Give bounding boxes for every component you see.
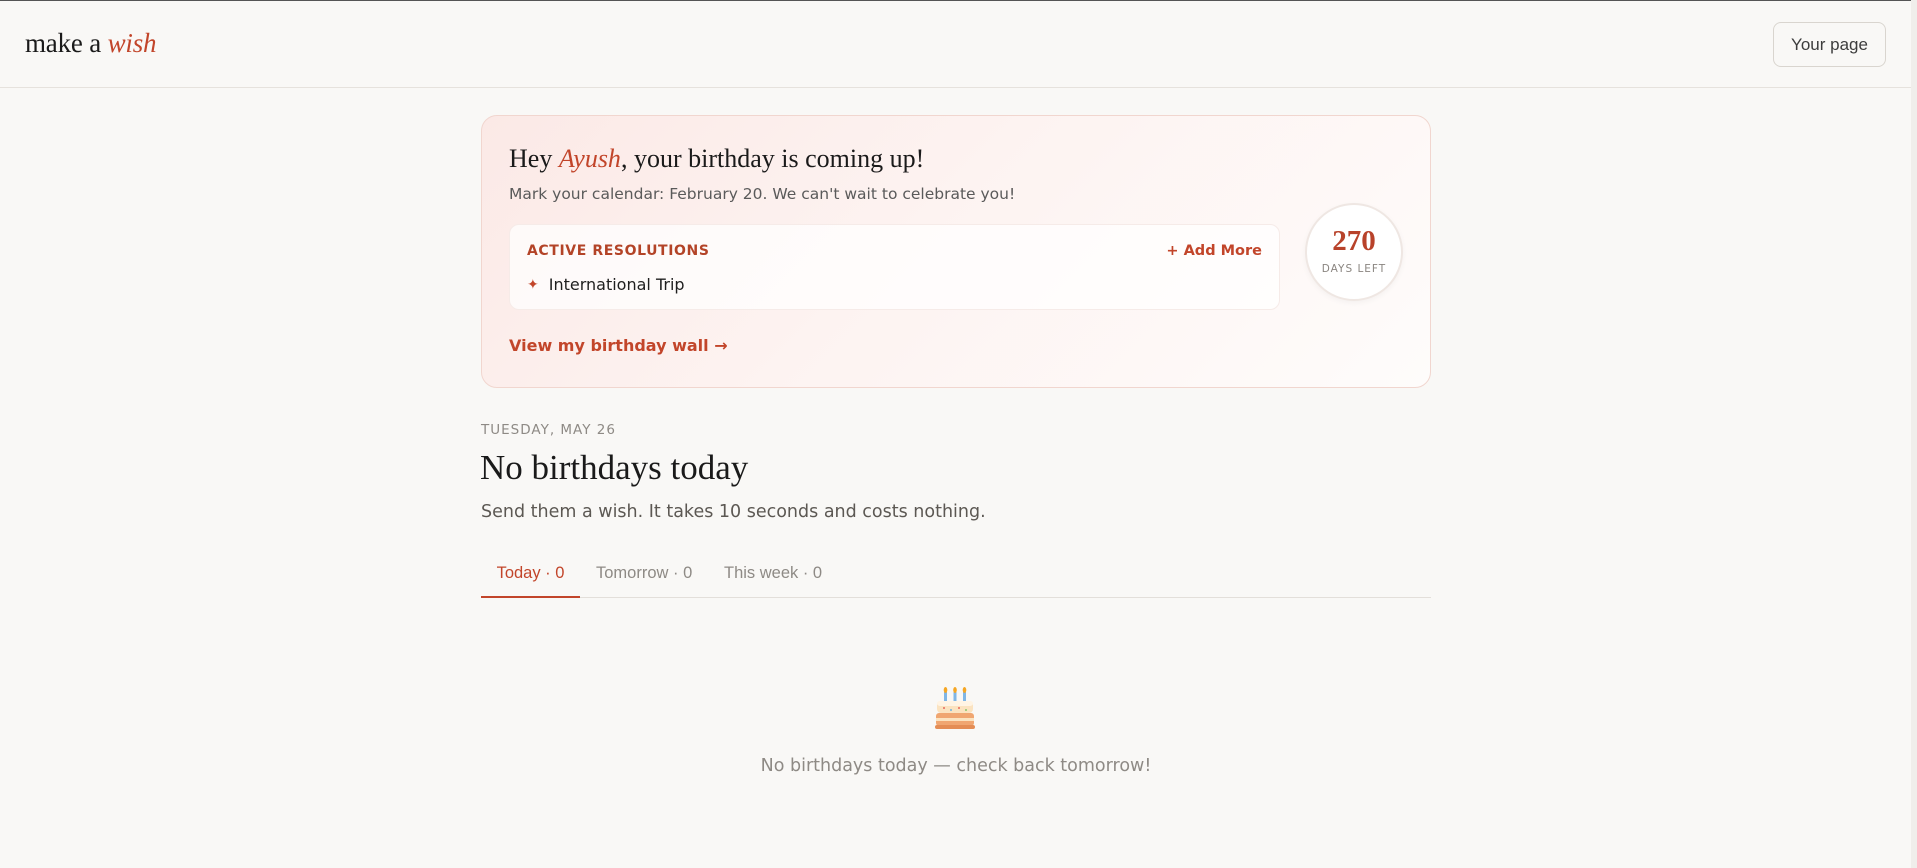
tab-tomorrow[interactable]: Tomorrow · 0 — [596, 553, 692, 598]
page-title: No birthdays today — [480, 448, 749, 487]
tab-this-week[interactable]: This week · 0 — [724, 553, 822, 598]
greeting-heading: Hey Ayush, your birthday is coming up! — [509, 144, 924, 174]
resolution-label: International Trip — [548, 275, 685, 294]
user-name: Ayush — [558, 144, 621, 173]
brand-accent: wish — [107, 28, 157, 58]
resolutions-title: ACTIVE RESOLUTIONS — [527, 243, 710, 259]
days-left-value: 270 — [1332, 225, 1376, 257]
brand-logo[interactable]: make a wish — [25, 28, 156, 59]
tab-today[interactable]: Today · 0 — [481, 553, 580, 598]
brand-prefix: make a — [25, 28, 102, 58]
current-date: TUESDAY, MAY 26 — [481, 422, 616, 438]
your-page-button[interactable]: Your page — [1773, 22, 1886, 67]
days-left-label: DAYS LEFT — [1321, 263, 1387, 275]
sparkle-icon: ✦ — [527, 276, 539, 293]
active-resolutions-panel: ACTIVE RESOLUTIONS + Add More ✦ Internat… — [509, 224, 1280, 310]
greeting-suffix: , your birthday is coming up! — [620, 144, 925, 173]
birthday-tabs: Today · 0 Tomorrow · 0 This week · 0 — [481, 553, 1431, 598]
birthday-cake-icon — [934, 686, 976, 730]
birthday-countdown-card: Hey Ayush, your birthday is coming up! M… — [481, 115, 1431, 388]
empty-state-message: No birthdays today — check back tomorrow… — [760, 756, 1152, 776]
add-more-button[interactable]: + Add More — [1166, 243, 1262, 259]
birthday-date-note: Mark your calendar: February 20. We can'… — [509, 185, 1016, 203]
view-birthday-wall-link[interactable]: View my birthday wall → — [509, 336, 728, 355]
days-left-badge: 270 DAYS LEFT — [1305, 203, 1403, 301]
page-subtitle: Send them a wish. It takes 10 seconds an… — [481, 502, 986, 522]
top-bar: make a wish Your page — [0, 1, 1917, 88]
resolution-item[interactable]: ✦ International Trip — [527, 275, 685, 294]
greeting-prefix: Hey — [509, 144, 553, 173]
page-scrollbar[interactable] — [1911, 0, 1917, 868]
